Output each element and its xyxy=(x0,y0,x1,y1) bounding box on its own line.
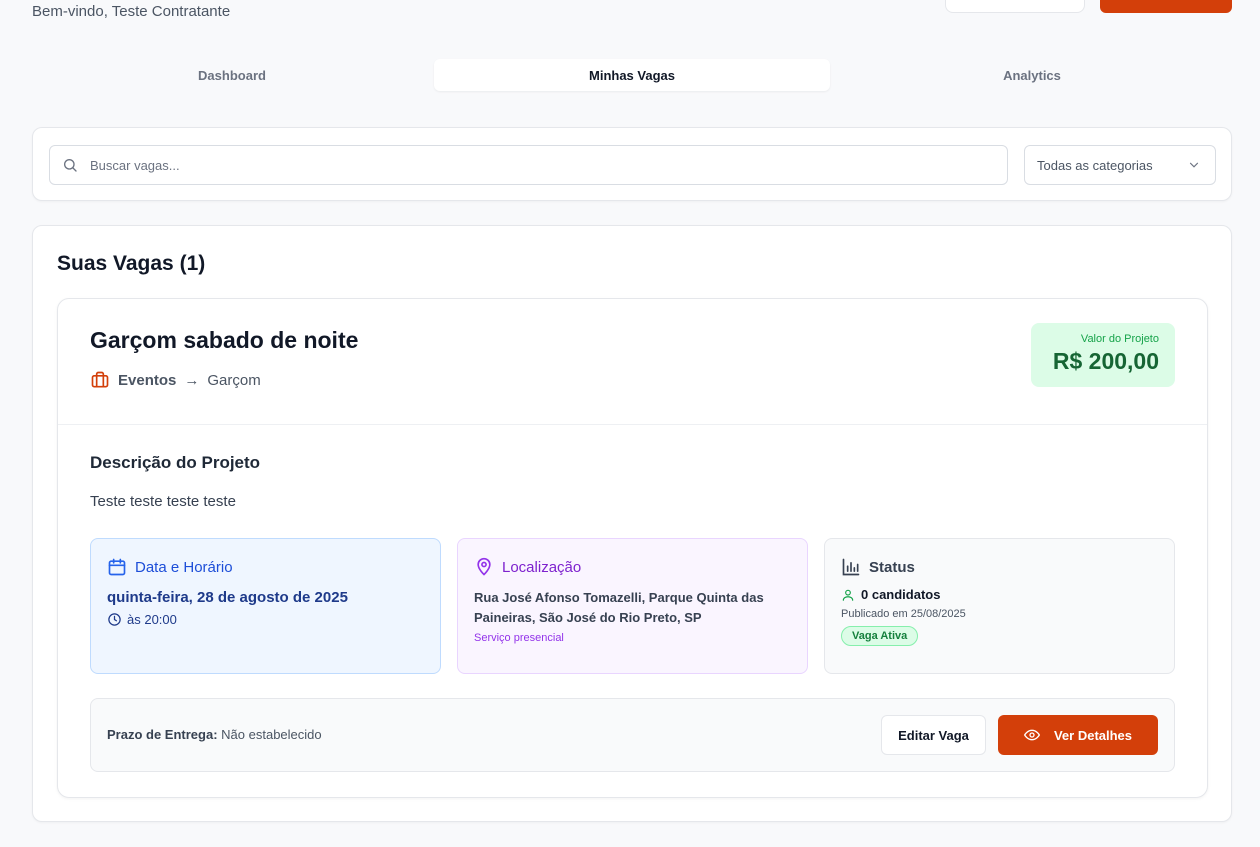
tab-bar: Dashboard Minhas Vagas Analytics xyxy=(32,55,1232,95)
job-title: Garçom sabado de noite xyxy=(90,327,359,353)
deadline-value: Não estabelecido xyxy=(221,727,322,742)
date-info-header: Data e Horário xyxy=(107,557,424,577)
filter-card: Todas as categorias xyxy=(32,127,1232,201)
jobs-card: Suas Vagas (1) Garçom sabado de noite Ev… xyxy=(32,225,1232,822)
status-info-header: Status xyxy=(841,557,1158,577)
location-info-header: Localização xyxy=(474,557,791,577)
location-info-title: Localização xyxy=(502,558,582,576)
bar-chart-icon xyxy=(842,558,860,576)
search-icon xyxy=(63,159,77,172)
location-info-box: Localização Rua José Afonso Tomazelli, P… xyxy=(457,538,808,674)
candidates-row: 0 candidatos xyxy=(841,587,1158,602)
job-card: Garçom sabado de noite Eventos → Garçom … xyxy=(57,298,1208,798)
candidates-count: 0 candidatos xyxy=(861,587,941,602)
price-box: Valor do Projeto R$ 200,00 xyxy=(1031,323,1175,387)
welcome-text: Bem-vindo, Teste Contratante xyxy=(32,3,231,20)
job-footer: Prazo de Entrega: Não estabelecido Edita… xyxy=(90,698,1175,772)
status-info-box: Status 0 candidatos Publicado em 25/08/2… xyxy=(824,538,1175,674)
time-row: às 20:00 xyxy=(107,612,424,627)
user-icon xyxy=(842,589,854,601)
jobs-section-title: Suas Vagas (1) xyxy=(57,252,206,275)
chevron-down-icon xyxy=(1189,162,1199,168)
status-info-title: Status xyxy=(869,558,915,576)
tab-analytics[interactable]: Analytics xyxy=(834,59,1230,91)
header-secondary-button[interactable] xyxy=(945,0,1085,13)
date-info-title: Data e Horário xyxy=(135,558,233,576)
view-details-button[interactable]: Ver Detalhes xyxy=(998,715,1158,755)
category-select[interactable]: Todas as categorias xyxy=(1024,145,1216,185)
location-address: Rua José Afonso Tomazelli, Parque Quinta… xyxy=(474,590,764,625)
job-card-header: Garçom sabado de noite Eventos → Garçom … xyxy=(58,299,1207,425)
header-primary-button[interactable] xyxy=(1100,0,1232,13)
calendar-icon xyxy=(108,558,126,576)
edit-job-button[interactable]: Editar Vaga xyxy=(881,715,986,755)
date-value: quinta-feira, 28 de agosto de 2025 xyxy=(107,589,348,606)
price-value: R$ 200,00 xyxy=(1052,348,1159,374)
date-info-box: Data e Horário quinta-feira, 28 de agost… xyxy=(90,538,441,674)
price-label: Valor do Projeto xyxy=(1080,333,1159,345)
description-text: Teste teste teste teste xyxy=(90,493,236,510)
eye-icon xyxy=(1023,729,1040,741)
deadline-label: Prazo de Entrega: xyxy=(107,727,218,742)
tab-minhas-vagas[interactable]: Minhas Vagas xyxy=(434,59,830,91)
clock-icon xyxy=(108,613,121,626)
search-input[interactable] xyxy=(90,157,940,173)
time-value: às 20:00 xyxy=(127,612,177,627)
published-date: Publicado em 25/08/2025 xyxy=(841,608,966,620)
tab-dashboard[interactable]: Dashboard xyxy=(34,59,430,91)
job-subcategory: Garçom xyxy=(207,371,261,389)
location-note: Serviço presencial xyxy=(474,632,564,644)
job-category: Eventos xyxy=(118,371,177,389)
deadline-text: Prazo de Entrega: Não estabelecido xyxy=(107,727,322,742)
category-arrow: → xyxy=(184,371,200,389)
job-category-path: Eventos → Garçom xyxy=(90,370,261,390)
description-title: Descrição do Projeto xyxy=(90,453,261,472)
category-select-value: Todas as categorias xyxy=(1037,157,1153,173)
view-details-label: Ver Detalhes xyxy=(1053,727,1133,743)
status-badge: Vaga Ativa xyxy=(841,626,919,646)
briefcase-icon xyxy=(91,371,109,388)
search-field[interactable] xyxy=(49,145,1008,185)
map-pin-icon xyxy=(477,557,491,576)
